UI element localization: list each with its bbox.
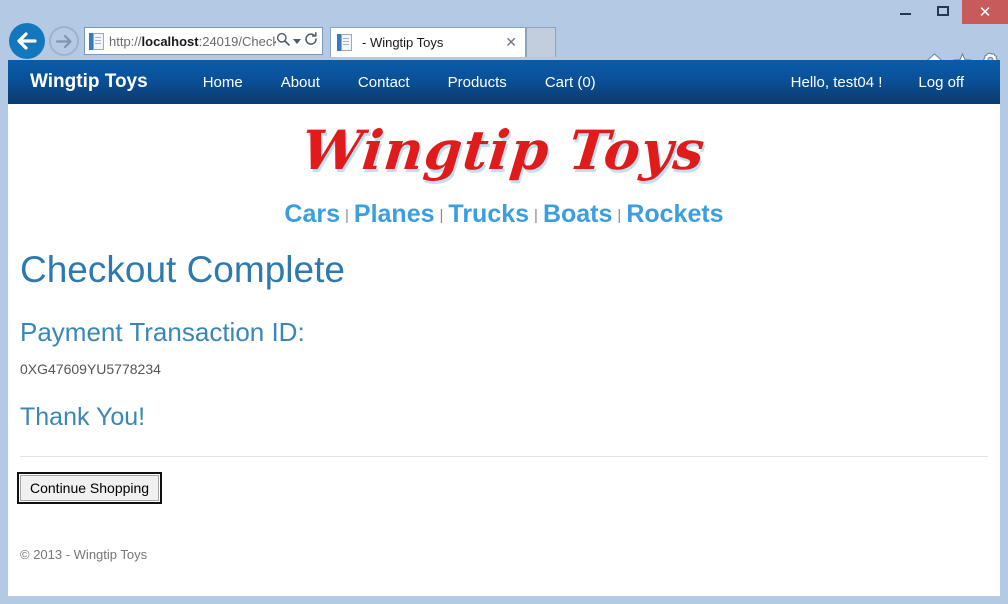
category-separator: | bbox=[439, 207, 444, 224]
browser-titlebar: ✕ bbox=[0, 0, 1008, 24]
continue-shopping-button[interactable]: Continue Shopping bbox=[16, 472, 163, 505]
new-tab-button[interactable] bbox=[526, 27, 556, 57]
category-links: Cars | Planes | Trucks | Boats | Rockets bbox=[8, 186, 1000, 235]
tab-close-icon[interactable]: ✕ bbox=[503, 35, 519, 51]
logoff-link[interactable]: Log off bbox=[900, 74, 982, 91]
address-bar-icons bbox=[276, 31, 318, 51]
payment-transaction-id-label: Payment Transaction ID: bbox=[20, 316, 305, 347]
nav-item-about[interactable]: About bbox=[262, 74, 339, 91]
category-separator: | bbox=[534, 207, 538, 224]
site-footer: © 2013 - Wingtip Toys bbox=[20, 547, 148, 563]
site-nav-user-area: Hello, test04 ! Log off bbox=[773, 74, 982, 91]
tab-title: - Wingtip Toys bbox=[362, 35, 444, 50]
address-bar[interactable]: http://localhost:24019/Checkou bbox=[84, 27, 323, 55]
site-brand[interactable]: Wingtip Toys bbox=[30, 71, 148, 93]
site-nav-links: Home About Contact Products Cart (0) bbox=[184, 74, 615, 91]
back-arrow-icon bbox=[16, 32, 38, 50]
nav-item-home[interactable]: Home bbox=[184, 74, 262, 91]
page-viewport: Wingtip Toys Home About Contact Products… bbox=[8, 60, 1000, 596]
site-logo[interactable]: Wingtip Toys bbox=[299, 118, 709, 182]
content-divider bbox=[20, 456, 988, 458]
payment-transaction-id-value: 0XG47609YU5778234 bbox=[20, 361, 161, 378]
search-icon[interactable] bbox=[276, 32, 290, 51]
chevron-down-icon[interactable] bbox=[293, 38, 301, 44]
category-link-rockets[interactable]: Rockets bbox=[626, 200, 723, 228]
close-button[interactable]: ✕ bbox=[962, 0, 1008, 24]
forward-arrow-icon bbox=[55, 34, 73, 49]
address-bar-url: http://localhost:24019/Checkou bbox=[109, 33, 276, 49]
browser-window: ✕ http://localhost:24019/Check - Wingtip… bbox=[0, 0, 1008, 604]
nav-item-contact[interactable]: Contact bbox=[339, 74, 429, 91]
category-link-trucks[interactable]: Trucks bbox=[448, 200, 529, 228]
window-controls: ✕ bbox=[886, 0, 1008, 24]
page-icon bbox=[89, 32, 104, 50]
thank-you-heading: Thank You! bbox=[20, 403, 146, 432]
main-content: Checkout Complete Payment Transaction ID… bbox=[8, 249, 1000, 562]
user-greeting[interactable]: Hello, test04 ! bbox=[773, 74, 901, 91]
button-row: Continue Shopping bbox=[16, 472, 988, 505]
site-logo-wrap: Wingtip Toys bbox=[8, 104, 1000, 186]
category-link-planes[interactable]: Planes bbox=[354, 200, 435, 228]
category-separator: | bbox=[345, 207, 349, 224]
tab-strip: - Wingtip Toys ✕ bbox=[330, 27, 556, 57]
tab-favicon-page-icon bbox=[337, 34, 352, 51]
browser-tab[interactable]: - Wingtip Toys ✕ bbox=[330, 27, 526, 57]
category-link-cars[interactable]: Cars bbox=[284, 200, 340, 228]
page-title: Checkout Complete bbox=[20, 249, 345, 290]
category-separator: | bbox=[617, 207, 622, 224]
site-navbar: Wingtip Toys Home About Contact Products… bbox=[8, 60, 1000, 104]
back-button[interactable] bbox=[9, 23, 45, 59]
browser-navigation-bar: http://localhost:24019/Checkou bbox=[0, 22, 1008, 71]
forward-button[interactable] bbox=[49, 26, 79, 56]
maximize-button[interactable] bbox=[924, 0, 962, 22]
category-link-boats[interactable]: Boats bbox=[543, 200, 612, 228]
nav-item-products[interactable]: Products bbox=[429, 74, 526, 91]
minimize-button[interactable] bbox=[886, 0, 924, 22]
refresh-icon[interactable] bbox=[304, 31, 318, 51]
nav-item-cart[interactable]: Cart (0) bbox=[526, 74, 615, 91]
